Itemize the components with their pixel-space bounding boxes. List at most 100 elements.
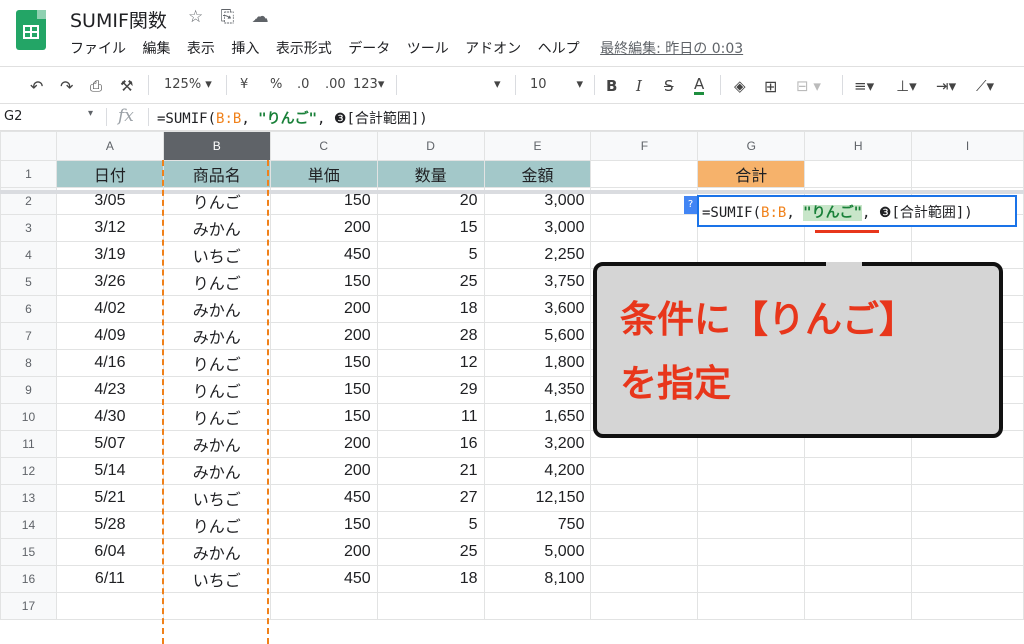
menu-help[interactable]: ヘルプ (538, 38, 580, 58)
cell[interactable] (911, 484, 1024, 512)
cell[interactable] (804, 457, 913, 485)
menu-view[interactable]: 表示 (187, 38, 215, 58)
vertical-align-icon[interactable]: ⊥▾ (896, 77, 917, 95)
cell-amount[interactable]: 3,000 (483, 214, 592, 242)
column-header-d[interactable]: D (376, 131, 485, 161)
bold-icon[interactable]: B (606, 77, 617, 95)
menu-edit[interactable]: 編集 (142, 38, 170, 58)
cell[interactable] (590, 214, 699, 242)
text-rotation-icon[interactable]: ⟋▾ (976, 77, 994, 95)
cell-price[interactable]: 200 (269, 538, 378, 566)
cell[interactable] (911, 592, 1024, 620)
cell-date[interactable]: 4/30 (55, 403, 164, 431)
cell[interactable] (376, 592, 485, 620)
cell[interactable] (590, 160, 699, 188)
font-size-select[interactable]: 10 ▾ (530, 77, 583, 92)
cell-item[interactable]: みかん (162, 538, 271, 566)
zoom-select[interactable]: 125% ▾ (164, 77, 212, 92)
cell[interactable] (804, 565, 913, 593)
cell-qty[interactable]: 5 (376, 511, 485, 539)
cell[interactable] (590, 484, 699, 512)
cell-amount[interactable]: 3,600 (483, 295, 592, 323)
document-title[interactable]: SUMIF関数 (70, 6, 167, 33)
cell-price[interactable]: 450 (269, 484, 378, 512)
header-cell-price[interactable]: 単価 (269, 160, 378, 188)
cell[interactable] (697, 538, 806, 566)
cell[interactable] (804, 511, 913, 539)
cell-item[interactable]: りんご (162, 511, 271, 539)
cell[interactable] (697, 511, 806, 539)
paint-format-icon[interactable]: ⚒ (120, 77, 133, 95)
cell-item[interactable]: りんご (162, 376, 271, 404)
cell-amount[interactable]: 3,200 (483, 430, 592, 458)
italic-icon[interactable]: I (636, 77, 642, 95)
cell[interactable] (911, 538, 1024, 566)
cell-amount[interactable]: 5,600 (483, 322, 592, 350)
cell[interactable] (590, 565, 699, 593)
cell-qty[interactable]: 11 (376, 403, 485, 431)
menu-format[interactable]: 表示形式 (276, 38, 332, 58)
cell-qty[interactable]: 18 (376, 565, 485, 593)
cell[interactable] (590, 511, 699, 539)
cell-amount[interactable]: 750 (483, 511, 592, 539)
redo-icon[interactable]: ↷ (60, 77, 73, 96)
cell[interactable] (911, 565, 1024, 593)
cell-qty[interactable]: 21 (376, 457, 485, 485)
menu-addons[interactable]: アドオン (465, 38, 521, 58)
currency-button[interactable]: ¥ (240, 77, 248, 92)
cell[interactable] (911, 457, 1024, 485)
borders-icon[interactable]: ⊞ (764, 77, 777, 96)
cell-price[interactable]: 200 (269, 430, 378, 458)
cell-price[interactable]: 200 (269, 322, 378, 350)
column-header-g[interactable]: G (697, 131, 806, 161)
row-header[interactable]: 9 (0, 376, 57, 404)
row-header[interactable]: 10 (0, 403, 57, 431)
header-cell-total[interactable]: 合計 (697, 160, 806, 188)
cell[interactable] (483, 592, 592, 620)
text-color-icon[interactable]: A (694, 77, 705, 95)
star-icon[interactable]: ☆ (188, 7, 203, 27)
row-header[interactable]: 16 (0, 565, 57, 593)
undo-icon[interactable]: ↶ (30, 77, 43, 96)
menu-insert[interactable]: 挿入 (231, 38, 259, 58)
cell-qty[interactable]: 5 (376, 241, 485, 269)
cell-qty[interactable]: 27 (376, 484, 485, 512)
row-header[interactable]: 8 (0, 349, 57, 377)
header-cell-qty[interactable]: 数量 (376, 160, 485, 188)
cell-price[interactable]: 200 (269, 214, 378, 242)
cell-qty[interactable]: 28 (376, 322, 485, 350)
row-header[interactable]: 1 (0, 160, 57, 188)
cell-qty[interactable]: 15 (376, 214, 485, 242)
cell-date[interactable]: 6/11 (55, 565, 164, 593)
cell-price[interactable]: 450 (269, 241, 378, 269)
row-header[interactable]: 12 (0, 457, 57, 485)
formula-input[interactable]: =SUMIF(B:B, "りんご", ❸[合計範囲]) (157, 108, 428, 128)
cell-item[interactable]: みかん (162, 214, 271, 242)
cell-date[interactable]: 3/12 (55, 214, 164, 242)
cell-price[interactable]: 150 (269, 268, 378, 296)
header-cell-date[interactable]: 日付 (55, 160, 164, 188)
cell-date[interactable]: 5/21 (55, 484, 164, 512)
move-folder-icon[interactable]: ⎘ (221, 7, 235, 27)
cell-amount[interactable]: 3,750 (483, 268, 592, 296)
cell-item[interactable]: いちご (162, 565, 271, 593)
horizontal-align-icon[interactable]: ≡▾ (854, 77, 874, 95)
cell-item[interactable]: りんご (162, 268, 271, 296)
column-header-e[interactable]: E (483, 131, 592, 161)
column-header-b[interactable]: B (162, 131, 271, 161)
cell[interactable] (55, 592, 164, 620)
cell[interactable] (697, 484, 806, 512)
strikethrough-icon[interactable]: S (664, 77, 674, 95)
name-box[interactable]: G2 (4, 109, 22, 124)
cell[interactable] (804, 538, 913, 566)
cell[interactable] (697, 457, 806, 485)
cell-amount[interactable]: 2,250 (483, 241, 592, 269)
row-header[interactable]: 11 (0, 430, 57, 458)
row-header[interactable]: 15 (0, 538, 57, 566)
cell-amount[interactable]: 8,100 (483, 565, 592, 593)
cell-item[interactable]: みかん (162, 457, 271, 485)
header-cell-item[interactable]: 商品名 (162, 160, 271, 188)
cell-item[interactable]: みかん (162, 295, 271, 323)
cell[interactable] (590, 592, 699, 620)
cell[interactable] (269, 592, 378, 620)
